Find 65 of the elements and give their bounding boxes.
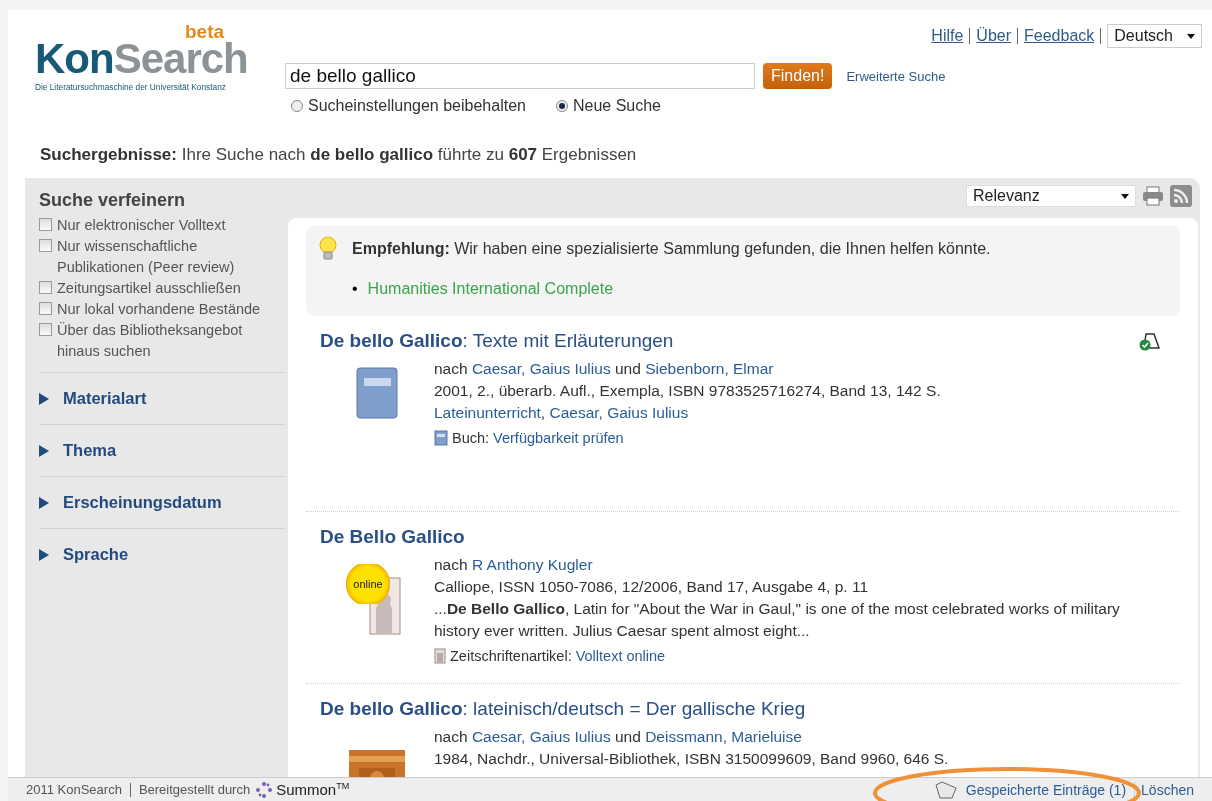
subject-link[interactable]: Lateinunterricht [434,404,541,421]
online-badge: online [344,564,392,604]
availability-link[interactable]: Volltext online [575,645,666,667]
publication-details: Calliope, ISSN 1050-7086, 12/2006, Band 17, Ausgabe 4, p. 11 [434,577,870,597]
facet-toggle[interactable]: Materialart [39,372,285,424]
saved-check-icon [1138,330,1162,352]
filter-label: Nur wissenschaftliche Publikationen (Peer review) [57,237,236,277]
top-link[interactable]: Über [976,27,1012,45]
author-line: nach R Anthony Kugler [434,555,594,575]
author-line: nach Caesar, Gaius Iulius und Deissmann, Marieluise [434,727,803,747]
publication-details: 1984, Nachdr., Universal-Bibliothek, ISBN 3150099609, Band 9960, 646 S. [434,749,949,769]
radio-button[interactable] [555,100,568,112]
subject-link[interactable]: Caesar, Gaius Iulius [549,404,689,421]
result-title[interactable]: De bello Gallico: lateinisch/deutsch = Der gallische Krieg [320,698,806,719]
author-link[interactable]: Deissmann, Marieluise [645,728,802,745]
checkbox[interactable] [39,239,52,252]
rss-icon[interactable] [1170,185,1192,207]
logo-tagline: Die Literatursuchmaschine der Universität Konstanz [35,82,227,92]
radio-label: Sucheinstellungen beibehalten [308,97,526,115]
top-link[interactable]: Hilfe [931,27,964,45]
top-link[interactable]: Feedback [1024,27,1095,45]
author-link[interactable]: Siebenborn, Elmar [645,360,774,377]
publication-details: 2001, 2., überarb. Aufl., Exempla, ISBN 9783525716274, Band 13, 142 S. [434,381,941,401]
author-link[interactable]: Caesar, Gaius Iulius [471,360,611,377]
facet-toggle[interactable]: Sprache [39,528,285,580]
advanced-search-link[interactable]: Erweiterte Suche [846,68,946,84]
checkbox[interactable] [39,302,52,315]
availability-link[interactable]: Verfügbarkeit prüfen [493,427,624,449]
format-label: Buch: [452,429,490,448]
author-line: nach Caesar, Gaius Iulius und Siebenborn, Elmar [434,359,775,379]
subject-line: Lateinunterricht, Caesar, Gaius Iulius [434,403,690,423]
results-summary: Suchergebnisse: Ihre Suche nach de bello gallico führte zu 607 Ergebnissen [40,145,637,165]
journal-icon [434,648,446,664]
lightbulb-icon [318,236,338,262]
result-snippet: ...De Bello Gallico, Latin for "About the War in Gaul," is one of the most celebrated works of military history ever written. Julius Caesar spent almost eight... [434,599,1121,641]
book-icon [434,430,448,446]
checkbox[interactable] [39,323,52,336]
bullet-mark: • [352,280,358,298]
filter-label: Nur lokal vorhandene Bestände [57,300,261,319]
checkbox[interactable] [39,281,52,294]
language-select[interactable]: Deutsch [1107,24,1202,48]
dots-icon [255,780,274,799]
refine-heading: Suche verfeinern [39,190,187,211]
author-link[interactable]: Caesar, Gaius Iulius [471,728,611,745]
result-title[interactable]: De Bello Gallico [320,526,465,547]
checkbox[interactable] [39,218,52,231]
radio-button[interactable] [291,100,303,112]
search-field[interactable]: de bello gallico [285,63,755,89]
book-icon [354,366,400,420]
facet-toggle[interactable]: Thema [39,424,285,476]
provided-by-text: Bereitgestellt durch [138,782,251,797]
radio-label: Neue Suche [572,97,661,115]
filter-label: Nur elektronischer Volltext [57,216,226,235]
result-title[interactable]: De bello Gallico: Texte mit Erläuterungen [320,330,674,351]
clear-link[interactable]: Löschen [1134,781,1194,798]
author-link[interactable]: R Anthony Kugler [471,556,593,573]
provider-logo-text: Summon$^{TM}$ [276,781,350,798]
copyright-text: 2011 KonSearch [26,782,122,797]
filter-label: Zeitungsartikel ausschließen [57,279,241,298]
filter-label: Über das Bibliotheksangebot hinaus suchen [57,321,244,361]
sort-select[interactable]: Relevanz [966,185,1136,207]
printer-icon[interactable] [1142,186,1164,206]
recommendation-text: Empfehlung: Wir haben eine spezialisierte Sammlung gefunden, die Ihnen helfen könnte. [352,240,992,259]
format-label: Zeitschriftenartikel: [450,647,572,666]
facet-toggle[interactable]: Erscheinungsdatum [39,476,285,528]
